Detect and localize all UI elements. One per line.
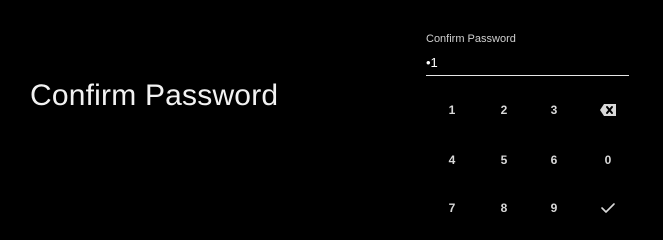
key-1[interactable]: 1 <box>434 95 470 125</box>
checkmark-icon <box>600 202 616 214</box>
key-4[interactable]: 4 <box>434 145 470 175</box>
confirm-key[interactable] <box>590 193 626 223</box>
key-0[interactable]: 0 <box>590 145 626 175</box>
key-8[interactable]: 8 <box>486 193 522 223</box>
keypad-panel: Confirm Password •1 1 2 3 4 5 6 0 7 8 9 <box>410 0 663 240</box>
password-field-label: Confirm Password <box>426 33 516 45</box>
key-5[interactable]: 5 <box>486 145 522 175</box>
input-underline <box>426 75 629 76</box>
key-7[interactable]: 7 <box>434 193 470 223</box>
key-2[interactable]: 2 <box>486 95 522 125</box>
screen: Confirm Password Confirm Password •1 1 2… <box>0 0 663 240</box>
key-3[interactable]: 3 <box>536 95 572 125</box>
key-9[interactable]: 9 <box>536 193 572 223</box>
page-title: Confirm Password <box>30 79 279 112</box>
backspace-key[interactable] <box>590 95 626 125</box>
backspace-icon <box>599 103 617 117</box>
password-input[interactable]: •1 <box>426 55 438 71</box>
key-6[interactable]: 6 <box>536 145 572 175</box>
